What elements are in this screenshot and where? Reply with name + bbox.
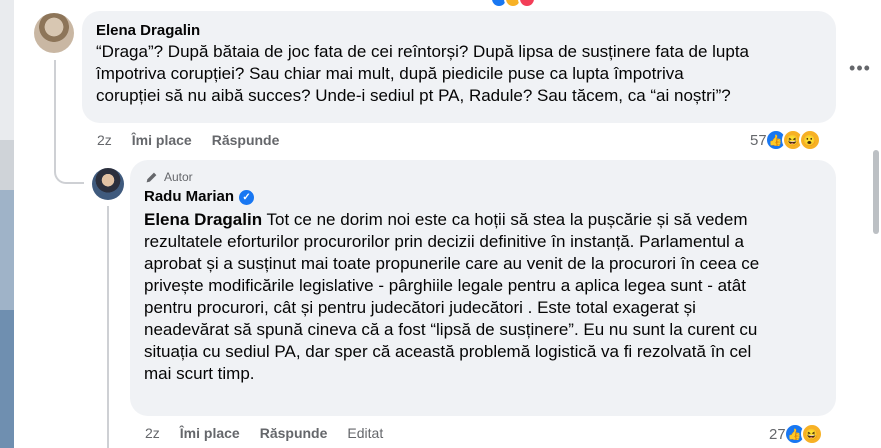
top-reactions-partial — [490, 0, 536, 8]
comment-text: Elena Dragalin Tot ce ne dorim noi este … — [144, 209, 822, 385]
like-button[interactable]: Îmi place — [180, 425, 240, 441]
reply-button[interactable]: Răspunde — [260, 425, 328, 441]
scrollbar[interactable] — [873, 150, 879, 234]
comment-author[interactable]: Radu Marian — [144, 187, 234, 207]
comment-timestamp[interactable]: 2z — [145, 425, 160, 441]
more-horizontal-icon: ••• — [849, 57, 871, 78]
haha-reaction-icon: 😆 — [800, 423, 823, 445]
verified-badge-icon: ✓ — [239, 189, 255, 205]
author-badge: Autor — [144, 168, 822, 186]
comment-author[interactable]: Elena Dragalin — [96, 21, 822, 41]
comment-bubble: Autor Radu Marian ✓ Elena Dragalin Tot c… — [130, 160, 836, 416]
reaction-summary[interactable]: 57 👍 😆 😮 — [750, 129, 821, 151]
edited-label[interactable]: Editat — [347, 425, 383, 441]
comment-text: “Draga”? După bătaia de joc fata de cei … — [96, 42, 750, 105]
more-options-button[interactable]: ••• — [848, 58, 872, 78]
thread-line — [54, 60, 56, 170]
like-button[interactable]: Îmi place — [132, 132, 192, 148]
mention-link[interactable]: Elena Dragalin — [144, 210, 262, 229]
comment-actions: 2z Îmi place Răspunde — [97, 132, 279, 148]
comment-body: Tot ce ne dorim noi este ca hoții să ste… — [144, 210, 760, 383]
reply-button[interactable]: Răspunde — [212, 132, 280, 148]
background-page-strip — [0, 0, 14, 448]
comment-actions: 2z Îmi place Răspunde Editat — [145, 425, 383, 441]
comment-bubble: Elena Dragalin “Draga”? După bătaia de j… — [82, 11, 836, 123]
pen-icon — [144, 170, 158, 184]
reaction-summary[interactable]: 27 👍 😆 — [769, 423, 823, 445]
author-badge-label: Autor — [164, 170, 193, 184]
avatar[interactable] — [92, 168, 124, 200]
reply-thread-line — [107, 206, 109, 448]
comment-timestamp[interactable]: 2z — [97, 132, 112, 148]
avatar[interactable] — [34, 13, 74, 53]
thread-line-branch — [54, 168, 84, 184]
wow-reaction-icon: 😮 — [798, 129, 821, 151]
